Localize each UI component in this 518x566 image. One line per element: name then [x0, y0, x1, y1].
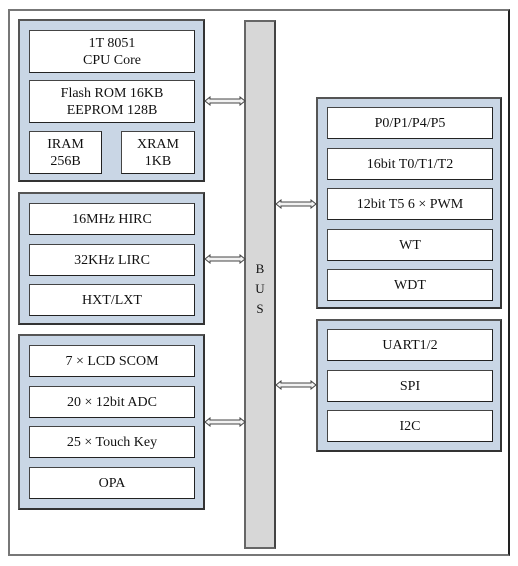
arrow-bus-comm	[275, 380, 317, 390]
arrow-bus-io	[275, 199, 317, 209]
arrow-analog-bus	[204, 417, 246, 427]
block-xram: XRAM 1KB	[121, 131, 195, 174]
arrow-clock-bus	[204, 254, 246, 264]
double-arrow-icon	[204, 96, 246, 106]
panel-clock: 16MHz HIRC 32KHz LIRC HXT/LXT	[18, 192, 205, 325]
block-cpu-core: 1T 8051 CPU Core	[29, 30, 195, 73]
bus-label: B U S	[255, 261, 265, 316]
panel-analog: 7 × LCD SCOM 20 × 12bit ADC 25 × Touch K…	[18, 334, 205, 510]
block-t5-pwm: 12bit T5 6 × PWM	[327, 188, 493, 220]
double-arrow-icon	[275, 380, 317, 390]
arrow-core-bus	[204, 96, 246, 106]
block-adc: 20 × 12bit ADC	[29, 386, 195, 418]
block-ports: P0/P1/P4/P5	[327, 107, 493, 139]
block-opa: OPA	[29, 467, 195, 499]
system-bus: B U S	[244, 20, 276, 549]
panel-communication: UART1/2 SPI I2C	[316, 319, 502, 452]
block-hirc: 16MHz HIRC	[29, 203, 195, 235]
double-arrow-icon	[204, 254, 246, 264]
block-wt: WT	[327, 229, 493, 261]
double-arrow-icon	[204, 417, 246, 427]
block-iram: IRAM 256B	[29, 131, 102, 174]
block-wdt: WDT	[327, 269, 493, 301]
block-lirc: 32KHz LIRC	[29, 244, 195, 276]
block-spi: SPI	[327, 370, 493, 402]
panel-core-memory: 1T 8051 CPU Core Flash ROM 16KB EEPROM 1…	[18, 19, 205, 182]
panel-io-timers: P0/P1/P4/P5 16bit T0/T1/T2 12bit T5 6 × …	[316, 97, 502, 309]
block-lcd-scom: 7 × LCD SCOM	[29, 345, 195, 377]
block-uart: UART1/2	[327, 329, 493, 361]
block-flash-eeprom: Flash ROM 16KB EEPROM 128B	[29, 80, 195, 123]
double-arrow-icon	[275, 199, 317, 209]
block-timers-16bit: 16bit T0/T1/T2	[327, 148, 493, 180]
block-i2c: I2C	[327, 410, 493, 442]
block-hxt-lxt: HXT/LXT	[29, 284, 195, 316]
block-touch-key: 25 × Touch Key	[29, 426, 195, 458]
